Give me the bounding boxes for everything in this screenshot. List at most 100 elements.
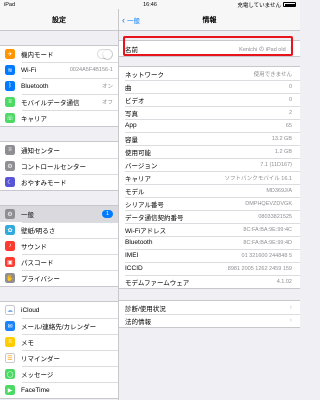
group-gap [0,127,118,141]
info-row: 写真 2 [119,106,300,119]
sidebar-item[interactable]: ᛒ Bluetooth オン [0,78,118,94]
info-row: 曲0 [119,80,300,93]
info-row: バージョン 7.1 (11D167) [119,158,300,171]
info-row-value: 4.1.02 [276,278,292,285]
moon-icon: ☾ [5,177,15,187]
sidebar-item[interactable]: ✋ プライバシー [0,270,118,286]
sidebar-item[interactable]: ☾ おやすみモード [0,174,118,190]
info-row-value: 0 [288,83,292,90]
sidebar-item-label: おやすみモード [21,180,67,187]
reminders-icon: ☰ [5,353,15,363]
sidebar-item[interactable]: ≡ メモ [0,334,118,350]
info-row: 容量 13.2 GB [119,132,300,145]
info-row-value: 7.1 (11D167) [260,161,292,168]
messages-icon: ◯ [5,369,15,379]
sidebar-group: ≡ 通知センター ⚙ コントロールセンター ☾ おやすみモード [0,141,118,191]
sidebar-title: 設定 [0,9,118,31]
sidebar-item[interactable]: ≡ モバイルデータ通信 オフ [0,94,118,110]
info-row-value: 8C:FA:BA:9E:99:4C [243,226,292,233]
gear-icon: ⚙ [5,209,15,219]
info-row: IMEI 01 321600 244848 5 [119,249,300,262]
sidebar-item[interactable]: ✉ メール/連絡先/カレンダー [0,318,118,334]
sidebar-item[interactable]: ☁ iCloud [0,302,118,318]
info-row-value: DMPHQEVZDVGK [245,200,292,207]
back-button[interactable]: ‹ 一般 [122,9,140,31]
sidebar-item[interactable]: ≡ 通知センター [0,142,118,158]
sidebar-item-label: メッセージ [21,372,54,379]
sidebar-item-label: 一般 [21,212,34,219]
sidebar-item[interactable]: ✿ 壁紙/明るさ [0,222,118,238]
page-title: 情報 [202,16,217,24]
sidebar-item[interactable]: ✈ 機内モード [0,46,118,62]
chevron-right-icon: › [289,317,292,324]
group-gap [0,31,118,45]
name-value: Kenichi の iPad old [239,46,286,53]
sidebar-item-label: パスコード [21,260,54,267]
control-center-icon: ⚙ [5,161,15,171]
sidebar-item-label: コントロールセンター [21,164,86,171]
info-row-value: ソフトバンクモバイル 16.1 [224,175,292,182]
sidebar-item[interactable]: ⚙ コントロールセンター [0,158,118,174]
info-row-label: IMEI [125,252,139,259]
sidebar-item[interactable]: ⚙ 一般 1 [0,206,118,222]
info-group: ネットワーク 使用できません曲 0 ビデオ 0 写真 2 App 65 容量 13.2 GB 使用可能… [119,66,300,289]
info-row: ビデオ 0 [119,93,300,106]
sidebar-item[interactable]: ≋ Wi-Fi 0024A5F4B156-1 [0,62,118,78]
info-row-value: 2 [288,109,292,116]
clock: 16:46 [143,1,157,8]
sidebar-item-value: オフ [101,100,113,106]
sidebar-item[interactable]: ▣ パスコード [0,254,118,270]
sidebar-item-label: iCloud [21,306,40,314]
chevron-right-icon: › [289,45,292,52]
bluetooth-icon: ᛒ [5,81,15,91]
battery-icon [283,2,296,7]
info-row-value: 1.2 GB [274,148,292,155]
info-row: App 65 [119,119,300,132]
info-row-value: 8C:FA:BA:9E:99:4D [243,239,292,246]
info-row-value: 65 [285,122,292,129]
info-row: データ通信契約番号 08033821525 [119,210,300,223]
sidebar-item-label: FaceTime [21,386,50,394]
info-row-label: データ通信契約番号 [125,214,184,222]
sidebar-item[interactable]: ☰ リマインダー [0,350,118,366]
back-button-label: 一般 [127,18,140,25]
info-row-label: Bluetooth [125,239,153,246]
info-row-label: キャリア [125,175,151,183]
sidebar-item-label: 壁紙/明るさ [21,228,56,235]
info-row: ICCID 8981 2005 1262 2459 159 [119,262,300,275]
sidebar-item[interactable]: ▶ FaceTime [0,382,118,398]
sidebar-item-label: キャリア [21,116,47,123]
info-row-label: 使用可能 [125,149,151,157]
info-row-label: モデムファームウェア [125,279,190,287]
sidebar-item[interactable]: ◯ メッセージ [0,366,118,382]
wifi-icon: ≋ [5,65,15,75]
name-group: 名前 Kenichi の iPad old › [119,40,300,57]
info-row-value: 08033821525 [258,213,292,220]
sidebar-item-value: 0024A5F4B156-1 [69,67,113,73]
info-row-value: 使用できません [253,71,292,78]
airplane-mode-toggle[interactable] [97,49,113,59]
info-row-label: ネットワーク [125,71,164,79]
sidebar-item-label: モバイルデータ通信 [21,100,80,107]
name-row[interactable]: 名前 Kenichi の iPad old › [119,41,300,56]
sidebar-groups: ✈ 機内モード ≋ Wi-Fi 0024A5F4B156-1 ᛒ Bluetooth オン ≡ モ… [0,31,118,399]
sidebar-item-label: Bluetooth [21,82,49,90]
sidebar-item-label: Wi-Fi [21,66,37,74]
main-header: ‹ 一般 情報 [119,9,300,31]
info-row-value: 0 [288,96,292,103]
info-row-label: バージョン [125,162,158,170]
info-row: 使用可能 1.2 GB [119,145,300,158]
cloud-icon: ☁ [5,305,15,315]
info-row-value: 8981 2005 1262 2459 159 [227,265,292,272]
cellular-icon: ≡ [5,97,15,107]
info-row: モデムファームウェア 4.1.02 [119,275,300,288]
info-row-label: App [125,122,137,129]
group-gap [0,287,118,301]
info-row-label: モデル [125,188,145,196]
info-row-label: 写真 [125,110,138,118]
sidebar-item[interactable]: ☏ キャリア [0,110,118,126]
link-row[interactable]: 診断/使用状況 › [119,301,300,314]
link-row[interactable]: 法的情報 › [119,314,300,327]
sidebar-item[interactable]: ♪ サウンド [0,238,118,254]
sidebar-item-label: 通知センター [21,148,60,155]
